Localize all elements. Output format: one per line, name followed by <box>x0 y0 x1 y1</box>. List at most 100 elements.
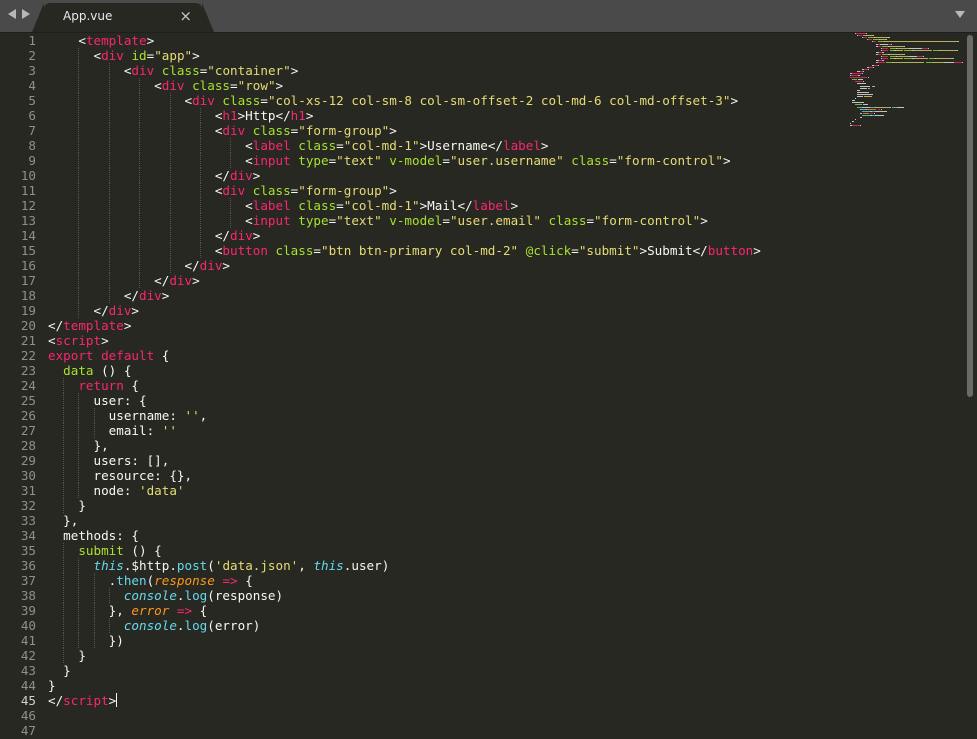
code-line[interactable]: username: '', <box>48 408 847 423</box>
minimap-segment <box>870 112 873 114</box>
code-line[interactable]: <input type="text" v-model="user.usernam… <box>48 153 847 168</box>
minimap-segment <box>857 91 870 93</box>
code-line[interactable]: </div> <box>48 303 847 318</box>
chevron-right-icon[interactable] <box>22 9 30 19</box>
line-number: 14 <box>20 228 36 243</box>
code-line[interactable]: <div class="form-group"> <box>48 123 847 138</box>
indent-guide <box>169 213 171 228</box>
line-number: 30 <box>20 468 36 483</box>
text-cursor <box>116 693 118 707</box>
line-number: 36 <box>20 558 36 573</box>
code-line[interactable]: </script> <box>48 693 847 708</box>
code-line[interactable]: }, <box>48 438 847 453</box>
code-line[interactable]: <label class="col-md-1">Username</label> <box>48 138 847 153</box>
code-line[interactable]: </div> <box>48 288 847 303</box>
code-line[interactable]: </div> <box>48 228 847 243</box>
code-line[interactable]: }) <box>48 633 847 648</box>
indent-guide <box>78 618 80 633</box>
code-token: < <box>184 93 193 108</box>
minimap-segment <box>862 114 871 116</box>
indent-guide <box>63 543 65 558</box>
code-line[interactable]: console.log(response) <box>48 588 847 603</box>
code-line[interactable]: data () { <box>48 363 847 378</box>
code-line[interactable]: <template> <box>48 33 847 48</box>
code-line[interactable]: }, error => { <box>48 603 847 618</box>
code-token: this <box>93 558 124 573</box>
code-token: div <box>229 228 253 243</box>
code-line[interactable]: console.log(error) <box>48 618 847 633</box>
code-token: h1 <box>290 108 306 123</box>
code-line[interactable]: <h1>Http</h1> <box>48 108 847 123</box>
indent-guide <box>108 588 110 603</box>
code-line[interactable]: <div class="col-xs-12 col-sm-8 col-sm-of… <box>48 93 847 108</box>
minimap-segment <box>874 112 876 114</box>
code-line[interactable]: <label class="col-md-1">Mail</label> <box>48 198 847 213</box>
code-line[interactable]: } <box>48 648 847 663</box>
line-number: 46 <box>20 708 36 723</box>
code-line[interactable] <box>48 723 847 738</box>
code-line[interactable]: <div id="app"> <box>48 48 847 63</box>
code-token: '' <box>161 423 177 438</box>
code-line[interactable]: return { <box>48 378 847 393</box>
code-area[interactable]: <template> <div id="app"> <div class="co… <box>48 33 847 738</box>
code-line[interactable]: <script> <box>48 333 847 348</box>
tab-bar: App.vue × <box>0 0 977 33</box>
code-line[interactable]: } <box>48 678 847 693</box>
code-line[interactable] <box>48 708 847 723</box>
code-line[interactable]: resource: {}, <box>48 468 847 483</box>
code-token: script <box>63 693 109 708</box>
code-line[interactable]: node: 'data' <box>48 483 847 498</box>
line-number: 18 <box>20 288 36 303</box>
code-token: = <box>442 153 450 168</box>
indent-guide <box>200 123 201 138</box>
code-line[interactable]: users: [], <box>48 453 847 468</box>
code-line[interactable]: submit () { <box>48 543 847 558</box>
code-token: button <box>707 243 754 258</box>
tab-app-vue[interactable]: App.vue × <box>32 3 214 32</box>
minimap-segment <box>852 72 862 74</box>
chevron-left-icon[interactable] <box>8 9 16 19</box>
code-line[interactable]: <div class="form-group"> <box>48 183 847 198</box>
close-icon[interactable]: × <box>179 7 192 25</box>
code-token: "form-control" <box>616 153 723 168</box>
minimap-segment <box>868 87 871 89</box>
minimap[interactable] <box>850 33 963 133</box>
code-line[interactable]: <div class="row"> <box>48 78 847 93</box>
code-line[interactable]: }, <box>48 513 847 528</box>
code-token: label <box>502 138 541 153</box>
chevron-down-icon[interactable] <box>955 11 965 18</box>
code-token: this <box>313 558 344 573</box>
code-line[interactable]: user: { <box>48 393 847 408</box>
code-line[interactable]: </div> <box>48 273 847 288</box>
scrollbar-thumb[interactable] <box>967 35 973 397</box>
code-line[interactable]: </template> <box>48 318 847 333</box>
code-line[interactable]: export default { <box>48 348 847 363</box>
code-line[interactable]: <button class="btn btn-primary col-md-2"… <box>48 243 847 258</box>
code-line[interactable]: .then(response => { <box>48 573 847 588</box>
line-number: 32 <box>20 498 36 513</box>
indent-guide <box>139 78 141 93</box>
vertical-scrollbar[interactable] <box>964 33 977 739</box>
line-number: 45 <box>20 693 36 708</box>
minimap-segment <box>865 33 867 34</box>
code-editor[interactable]: 1 2 3 4 5 6 7 8 9 10 11 12 13 14 15 16 17 18 19 20 21 22 23 24 2… <box>0 33 977 739</box>
code-line[interactable]: </div> <box>48 168 847 183</box>
code-line[interactable]: <div class="container"> <box>48 63 847 78</box>
indent-guide <box>108 288 110 303</box>
indent-guide <box>108 183 110 198</box>
code-line[interactable]: methods: { <box>48 528 847 543</box>
code-token: >Username</ <box>419 138 503 153</box>
indent-guide <box>108 228 110 243</box>
code-line[interactable]: email: '' <box>48 423 847 438</box>
indent-guide <box>108 123 110 138</box>
code-token: class <box>298 138 337 153</box>
indent-guide <box>78 108 80 123</box>
code-line[interactable]: this.$http.post('data.json', this.user) <box>48 558 847 573</box>
code-token: div <box>101 48 132 63</box>
code-line[interactable]: } <box>48 663 847 678</box>
code-line[interactable]: } <box>48 498 847 513</box>
code-line[interactable]: <input type="text" v-model="user.email" … <box>48 213 847 228</box>
code-line[interactable]: </div> <box>48 258 847 273</box>
